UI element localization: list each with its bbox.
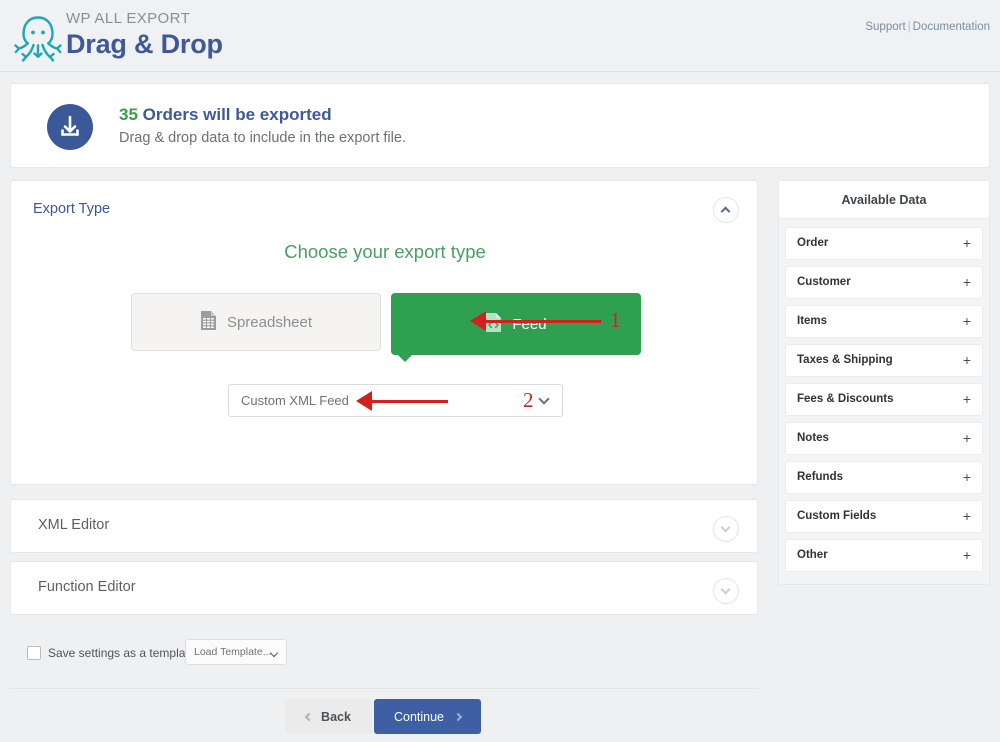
feed-selected-caret bbox=[394, 351, 416, 362]
annotation-2-number: 2 bbox=[523, 388, 534, 412]
support-link[interactable]: Support bbox=[865, 21, 905, 33]
annotation-1-arrow-line bbox=[486, 320, 601, 323]
header-links: Support | Documentation bbox=[865, 21, 990, 33]
chevron-down-icon[interactable] bbox=[713, 578, 739, 604]
available-data-row[interactable]: Fees & Discounts + bbox=[785, 383, 983, 416]
summary-title: 35 Orders will be exported bbox=[119, 104, 406, 126]
continue-button[interactable]: Continue bbox=[374, 699, 481, 734]
feed-type-button[interactable]: Feed bbox=[391, 293, 641, 355]
brand-text: WP ALL EXPORT Drag & Drop bbox=[66, 10, 223, 60]
load-template-value: Load Template... bbox=[194, 646, 272, 658]
available-data-row-label: Customer bbox=[797, 276, 851, 288]
code-file-icon bbox=[485, 312, 502, 337]
continue-button-label: Continue bbox=[393, 709, 445, 724]
function-editor-section[interactable]: Function Editor bbox=[10, 561, 758, 615]
feed-type-label: Feed bbox=[512, 315, 547, 333]
available-data-list: Order + Customer + Items + Taxes & Shipping + Fe… bbox=[785, 227, 983, 578]
annotation-2-arrow-line bbox=[372, 400, 448, 403]
available-data-row[interactable]: Refunds + bbox=[785, 461, 983, 494]
spreadsheet-type-label: Spreadsheet bbox=[226, 313, 313, 331]
export-type-card: Export Type Choose your export type Spre… bbox=[10, 180, 758, 485]
page-title: Drag & Drop bbox=[66, 29, 223, 59]
plus-icon[interactable]: + bbox=[963, 274, 971, 290]
annotation-2-arrow-head bbox=[356, 391, 372, 411]
plus-icon[interactable]: + bbox=[963, 430, 971, 446]
feed-type-select-value: Custom XML Feed bbox=[241, 393, 349, 408]
app-header: WP ALL EXPORT Drag & Drop Support | Docume… bbox=[0, 0, 1000, 72]
load-template-select[interactable]: Load Template... bbox=[185, 639, 287, 665]
available-data-row-label: Custom Fields bbox=[797, 510, 877, 522]
documentation-link[interactable]: Documentation bbox=[913, 21, 990, 33]
export-type-buttons: Spreadsheet Feed bbox=[131, 293, 651, 355]
annotation-1-number: 1 bbox=[610, 308, 621, 332]
xml-editor-section[interactable]: XML Editor bbox=[10, 499, 758, 553]
chevron-up-icon[interactable] bbox=[713, 197, 739, 223]
available-data-row-label: Items bbox=[797, 315, 828, 327]
save-template-checkbox[interactable] bbox=[27, 646, 41, 660]
chevron-left-icon bbox=[304, 712, 314, 721]
export-summary-bar: 35 Orders will be exported Drag & drop d… bbox=[10, 83, 990, 168]
download-icon bbox=[47, 104, 93, 150]
available-data-row[interactable]: Customer + bbox=[785, 266, 983, 299]
available-data-row-label: Refunds bbox=[797, 471, 843, 483]
available-data-row-label: Taxes & Shipping bbox=[797, 354, 893, 366]
chevron-down-icon bbox=[538, 393, 550, 405]
available-data-row[interactable]: Items + bbox=[785, 305, 983, 338]
spreadsheet-icon bbox=[200, 310, 217, 335]
xml-editor-title: XML Editor bbox=[38, 517, 110, 533]
back-button[interactable]: Back bbox=[285, 699, 372, 734]
available-data-row-label: Notes bbox=[797, 432, 829, 444]
octopus-logo-icon bbox=[10, 8, 66, 66]
summary-text: 35 Orders will be exported Drag & drop d… bbox=[119, 104, 406, 149]
save-template-label: Save settings as a template bbox=[48, 646, 196, 660]
available-data-row-label: Order bbox=[797, 237, 829, 249]
function-editor-title: Function Editor bbox=[38, 579, 136, 595]
plus-icon[interactable]: + bbox=[963, 469, 971, 485]
plus-icon[interactable]: + bbox=[963, 235, 971, 251]
plus-icon[interactable]: + bbox=[963, 313, 971, 329]
plus-icon[interactable]: + bbox=[963, 547, 971, 563]
plus-icon[interactable]: + bbox=[963, 352, 971, 368]
available-data-row[interactable]: Other + bbox=[785, 539, 983, 572]
spreadsheet-type-button[interactable]: Spreadsheet bbox=[131, 293, 381, 351]
back-button-label: Back bbox=[321, 709, 351, 724]
template-row: Save settings as a template Load Templat… bbox=[10, 628, 758, 686]
export-count: 35 bbox=[119, 105, 138, 124]
annotation-1-arrow-head bbox=[470, 311, 486, 331]
brand-top-label: WP ALL EXPORT bbox=[66, 10, 191, 27]
summary-title-rest: Orders will be exported bbox=[137, 105, 332, 124]
chevron-right-icon bbox=[453, 712, 463, 721]
chevron-down-icon[interactable] bbox=[713, 516, 739, 542]
footer-divider bbox=[10, 688, 758, 689]
available-data-header: Available Data bbox=[779, 181, 989, 219]
available-data-row[interactable]: Order + bbox=[785, 227, 983, 260]
plus-icon[interactable]: + bbox=[963, 391, 971, 407]
links-separator: | bbox=[907, 21, 911, 33]
available-data-row[interactable]: Custom Fields + bbox=[785, 500, 983, 533]
plus-icon[interactable]: + bbox=[963, 508, 971, 524]
app-root: WP ALL EXPORT Drag & Drop Support | Docume… bbox=[0, 0, 1000, 742]
available-data-row-label: Other bbox=[797, 549, 828, 561]
export-type-section-title: Export Type bbox=[33, 201, 111, 217]
available-data-row[interactable]: Taxes & Shipping + bbox=[785, 344, 983, 377]
available-data-row[interactable]: Notes + bbox=[785, 422, 983, 455]
choose-export-type-heading: Choose your export type bbox=[284, 241, 486, 262]
summary-subtitle: Drag & drop data to include in the expor… bbox=[119, 130, 406, 146]
available-data-row-label: Fees & Discounts bbox=[797, 393, 894, 405]
available-data-sidebar: Available Data Order + Customer + Items + Taxe… bbox=[778, 180, 990, 585]
